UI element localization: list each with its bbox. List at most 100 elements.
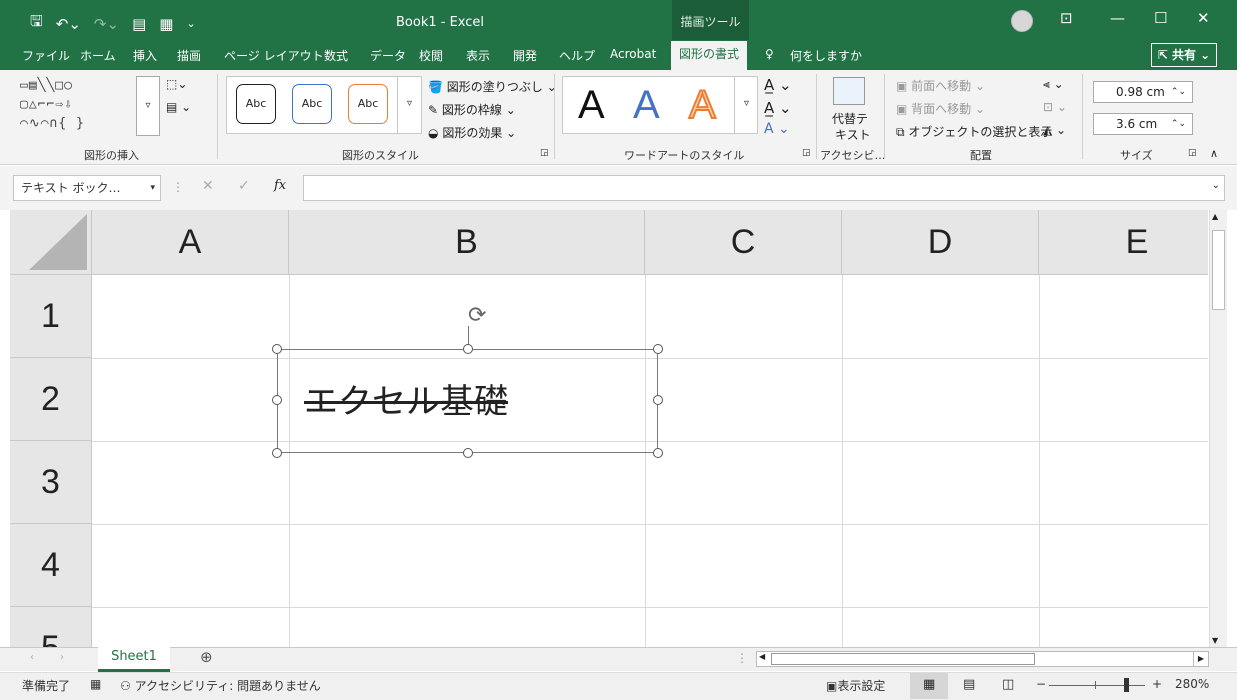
text-box-icon[interactable]: ▤ ⌄ — [166, 100, 191, 114]
alt-text-label-line1[interactable]: 代替テ — [832, 110, 868, 127]
resize-handle[interactable] — [653, 448, 663, 458]
tab-draw[interactable]: 描画 — [177, 47, 201, 64]
row-header-2[interactable]: 2 — [10, 358, 92, 441]
dialog-launcher-icon[interactable]: ◲ — [802, 148, 811, 158]
formula-input[interactable]: ⌄ — [303, 175, 1225, 201]
zoom-level[interactable]: 280% — [1175, 677, 1209, 691]
page-layout-view-icon[interactable]: ▤ — [963, 677, 975, 692]
scroll-down-icon[interactable]: ▼ — [1212, 636, 1218, 645]
undo-icon[interactable]: ↶⌄ — [56, 15, 81, 33]
spinner-icon[interactable]: ⌃⌄ — [1171, 82, 1186, 102]
tab-page-layout[interactable]: ページ レイアウト — [224, 47, 324, 64]
page-break-view-icon[interactable]: ◫ — [1002, 677, 1014, 692]
spinner-icon[interactable]: ⌃⌄ — [1171, 114, 1186, 134]
rotate-icon[interactable]: ◭ ⌄ — [1043, 123, 1066, 137]
shape-style-orange[interactable]: Abc — [348, 84, 388, 124]
cancel-icon[interactable]: ✕ — [202, 178, 214, 194]
wordart-style-black[interactable]: A — [578, 83, 605, 128]
resize-handle[interactable] — [272, 344, 282, 354]
ribbon-display-icon[interactable]: ⊡ — [1060, 9, 1073, 27]
scroll-up-icon[interactable]: ▲ — [1212, 212, 1218, 221]
align-icon[interactable]: ⫷ ⌄ — [1043, 77, 1064, 92]
resize-handle[interactable] — [272, 395, 282, 405]
column-header-e[interactable]: E — [1039, 210, 1208, 275]
expand-formula-icon[interactable]: ⌄ — [1212, 180, 1220, 191]
tab-file[interactable]: ファイル — [22, 47, 70, 64]
shape-style-blue[interactable]: Abc — [292, 84, 332, 124]
shape-fill-button[interactable]: 🪣 図形の塗りつぶし ⌄ — [428, 78, 557, 95]
group-icon[interactable]: ⊡ ⌄ — [1043, 100, 1067, 114]
collapse-ribbon-icon[interactable]: ∧ — [1210, 147, 1218, 160]
bring-forward-button[interactable]: ▣ 前面へ移動 ⌄ — [896, 77, 985, 94]
select-all-button[interactable] — [10, 210, 92, 275]
maximize-icon[interactable]: ☐ — [1154, 9, 1167, 27]
zoom-out-icon[interactable]: − — [1036, 677, 1046, 691]
horizontal-scroll-thumb[interactable] — [771, 653, 1035, 665]
close-icon[interactable]: ✕ — [1197, 9, 1210, 27]
resize-handle[interactable] — [463, 344, 473, 354]
row-header-1[interactable]: 1 — [10, 275, 92, 358]
sheet-scroll-left-icon[interactable]: ‹ — [30, 652, 34, 663]
tab-acrobat[interactable]: Acrobat — [610, 47, 656, 61]
tab-shape-format[interactable]: 図形の書式 — [671, 41, 747, 71]
accessibility-status[interactable]: ⚇ アクセシビリティ: 問題ありません — [120, 677, 321, 694]
shape-style-black[interactable]: Abc — [236, 84, 276, 124]
minimize-icon[interactable]: — — [1110, 9, 1125, 27]
tell-me-search[interactable]: 何をしますか — [790, 47, 862, 64]
column-header-a[interactable]: A — [92, 210, 289, 275]
share-button[interactable]: ⇱ 共有 ⌄ — [1151, 43, 1217, 67]
account-avatar-icon[interactable] — [1011, 10, 1033, 32]
vertical-scroll-thumb[interactable] — [1212, 230, 1225, 310]
row-header-4[interactable]: 4 — [10, 524, 92, 607]
text-fill-icon[interactable]: A̲ ⌄ — [764, 76, 792, 94]
text-box-shape[interactable]: エクセル基礎 — [277, 349, 658, 453]
resize-handle[interactable] — [272, 448, 282, 458]
insert-function-button[interactable]: fx — [274, 178, 286, 193]
shape-gallery-row2[interactable]: ▢△⌐⌐⇨⇩ — [20, 97, 73, 112]
add-sheet-icon[interactable]: ⊕ — [200, 648, 213, 666]
tab-split-icon[interactable]: ⋮ — [736, 651, 748, 665]
dialog-launcher-icon[interactable]: ◲ — [1188, 148, 1197, 158]
tab-review[interactable]: 校閲 — [419, 47, 443, 64]
column-header-c[interactable]: C — [645, 210, 842, 275]
resize-handle[interactable] — [653, 344, 663, 354]
worksheet-grid[interactable]: A B C D E 1 2 3 4 5 ⟳ エクセル基礎 — [10, 210, 1208, 647]
zoom-slider[interactable] — [1049, 685, 1145, 686]
shape-height-input[interactable]: 0.98 cm ⌃⌄ — [1093, 81, 1193, 103]
print-preview-icon[interactable]: ▤ — [132, 15, 146, 33]
shape-width-input[interactable]: 3.6 cm ⌃⌄ — [1093, 113, 1193, 135]
row-header-5[interactable]: 5 — [10, 607, 92, 647]
row-header-3[interactable]: 3 — [10, 441, 92, 524]
shape-gallery-row1[interactable]: ▭▤╲╲□○ — [20, 78, 73, 93]
scroll-left-icon[interactable]: ◀ — [759, 652, 765, 661]
selection-pane-button[interactable]: ⧉ オブジェクトの選択と表示 — [896, 123, 1052, 140]
column-header-d[interactable]: D — [842, 210, 1039, 275]
wordart-more-button[interactable]: ▿ — [734, 76, 758, 134]
resize-handle[interactable] — [463, 448, 473, 458]
alt-text-icon[interactable] — [833, 77, 865, 105]
tab-developer[interactable]: 開発 — [513, 47, 537, 64]
display-settings-button[interactable]: ▣表示設定 — [826, 677, 885, 694]
scroll-right-icon[interactable]: ▶ — [1193, 651, 1209, 667]
shape-gallery-more-button[interactable]: ▿ — [136, 76, 160, 136]
tab-home[interactable]: ホーム — [80, 47, 116, 64]
macro-record-icon[interactable]: ▦ — [90, 677, 101, 691]
tab-help[interactable]: ヘルプ — [559, 47, 595, 64]
shape-effects-button[interactable]: ◒ 図形の効果 ⌄ — [428, 124, 516, 141]
wordart-style-orange-outline[interactable]: A — [688, 82, 717, 128]
shape-outline-button[interactable]: ✎ 図形の枠線 ⌄ — [428, 101, 516, 118]
form-icon[interactable]: ▦ — [159, 15, 173, 33]
name-box[interactable]: テキスト ボック… ▾ — [13, 175, 161, 201]
alt-text-label-line2[interactable]: キスト — [835, 126, 871, 143]
sheet-scroll-right-icon[interactable]: › — [60, 652, 64, 663]
save-icon[interactable]: 🖫 — [30, 11, 43, 36]
wordart-style-blue[interactable]: A — [633, 83, 660, 128]
enter-check-icon[interactable]: ✓ — [238, 178, 250, 194]
shape-style-more-button[interactable]: ▿ — [397, 76, 421, 134]
send-backward-button[interactable]: ▣ 背面へ移動 ⌄ — [896, 100, 985, 117]
sheet-tab-sheet1[interactable]: Sheet1 — [98, 646, 170, 672]
zoom-in-icon[interactable]: + — [1152, 677, 1162, 691]
customize-qat-icon[interactable]: ⌄ — [186, 17, 195, 30]
redo-icon[interactable]: ↷⌄ — [94, 15, 119, 33]
column-header-b[interactable]: B — [289, 210, 645, 275]
